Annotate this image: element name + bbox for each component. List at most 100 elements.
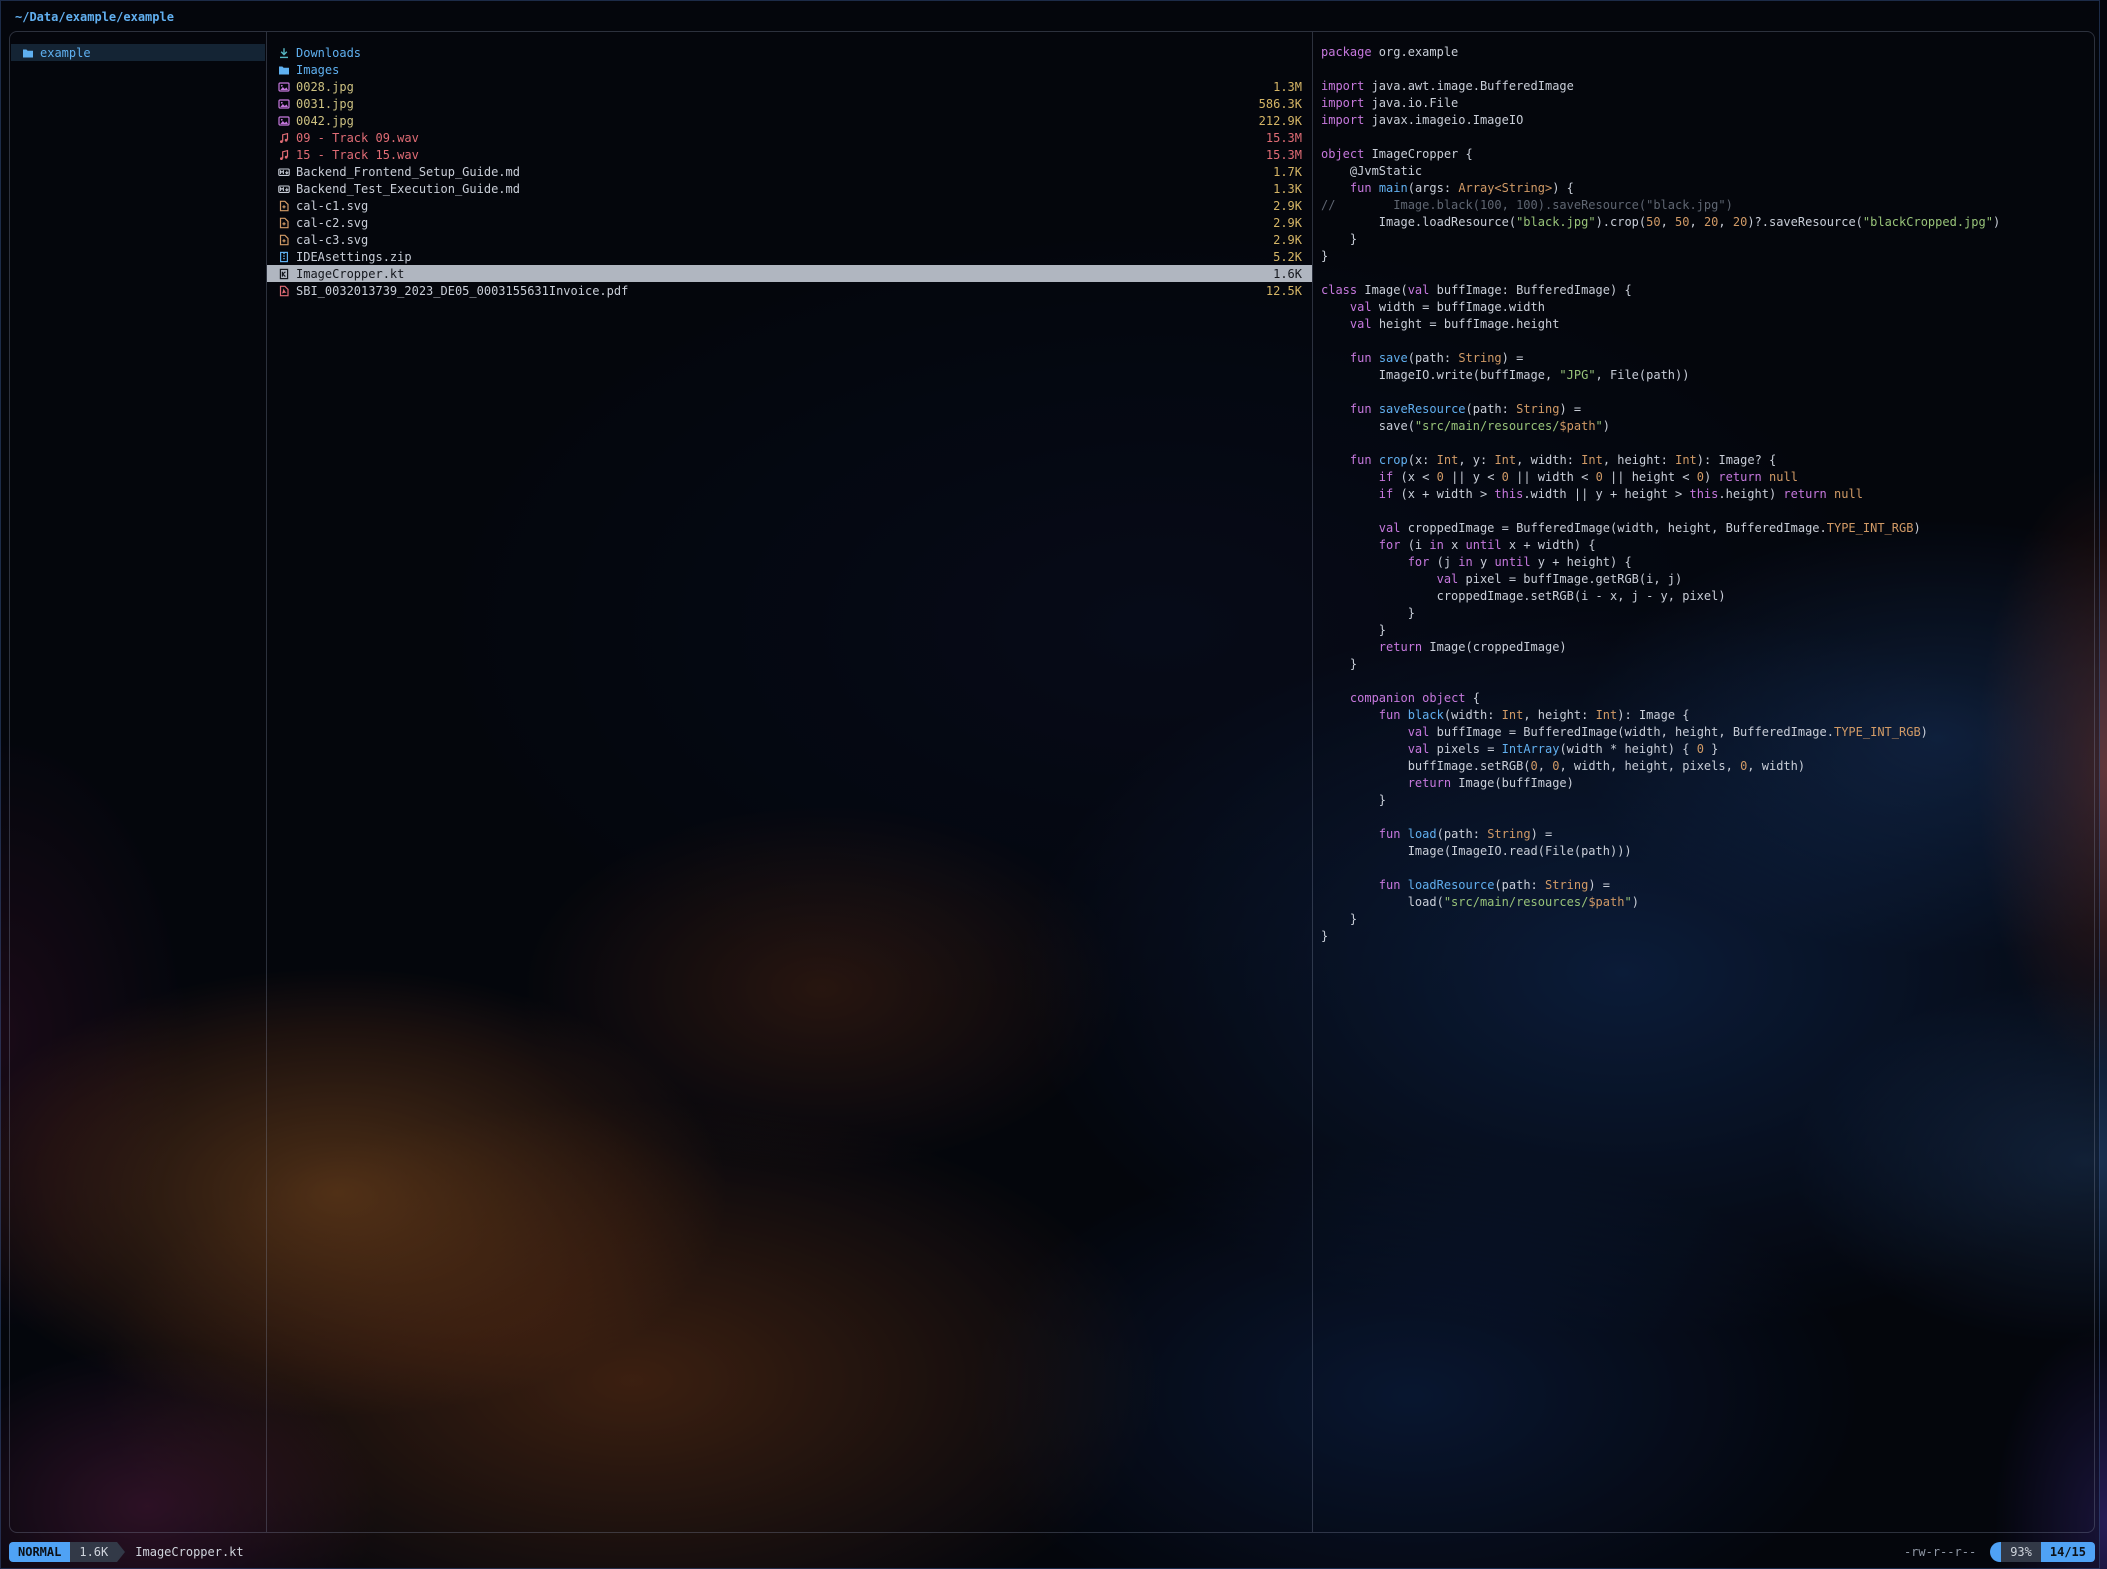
code-line: save("src/main/resources/$path") (1321, 418, 2093, 435)
code-line: val pixels = IntArray(width * height) { … (1321, 741, 2093, 758)
file-row[interactable]: Downloads (267, 44, 1312, 61)
code-line: load("src/main/resources/$path") (1321, 894, 2093, 911)
file-name: Downloads (296, 46, 1290, 60)
file-size: 1.3K (1273, 182, 1302, 196)
file-name: cal-c3.svg (296, 233, 1261, 247)
file-name: ImageCropper.kt (296, 267, 1261, 281)
image-icon (277, 81, 291, 93)
file-name: 09 - Track 09.wav (296, 131, 1254, 145)
parent-directory-pane[interactable]: example (11, 44, 265, 61)
code-line: fun black(width: Int, height: Int): Imag… (1321, 707, 2093, 724)
code-line: } (1321, 911, 2093, 928)
code-line: val buffImage = BufferedImage(width, hei… (1321, 724, 2093, 741)
code-line (1321, 384, 2093, 401)
file-name: Backend_Test_Execution_Guide.md (296, 182, 1261, 196)
code-line: // Image.black(100, 100).saveResource("b… (1321, 197, 2093, 214)
code-line (1321, 809, 2093, 826)
code-line: } (1321, 231, 2093, 248)
code-line: fun crop(x: Int, y: Int, width: Int, hei… (1321, 452, 2093, 469)
file-name: 0028.jpg (296, 80, 1261, 94)
file-size: 1.6K (1273, 267, 1302, 281)
code-line (1321, 860, 2093, 877)
file-row[interactable]: cal-c2.svg2.9K (267, 214, 1312, 231)
mode-badge: NORMAL (9, 1542, 70, 1562)
code-line: object ImageCropper { (1321, 146, 2093, 163)
file-size: 1.3M (1273, 80, 1302, 94)
code-line: } (1321, 622, 2093, 639)
image-icon (277, 98, 291, 110)
file-row[interactable]: 09 - Track 09.wav 15.3M (267, 129, 1312, 146)
code-line: return Image(croppedImage) (1321, 639, 2093, 656)
code-line: } (1321, 792, 2093, 809)
file-row[interactable]: 0028.jpg 1.3M (267, 78, 1312, 95)
file-row[interactable]: Backend_Test_Execution_Guide.md 1.3K (267, 180, 1312, 197)
kotlin-icon (277, 268, 291, 280)
code-line: val height = buffImage.height (1321, 316, 2093, 333)
code-line: import java.awt.image.BufferedImage (1321, 78, 2093, 95)
progress-cap-icon (1990, 1542, 2001, 1562)
code-line: if (x + width > this.width || y + height… (1321, 486, 2093, 503)
code-line: if (x < 0 || y < 0 || width < 0 || heigh… (1321, 469, 2093, 486)
code-line: croppedImage.setRGB(i - x, j - y, pixel) (1321, 588, 2093, 605)
code-line: Image(ImageIO.read(File(path))) (1321, 843, 2093, 860)
code-line (1321, 129, 2093, 146)
file-size: 15.3M (1266, 131, 1302, 145)
code-line: package org.example (1321, 44, 2093, 61)
code-line: companion object { (1321, 690, 2093, 707)
file-row[interactable]: SBI_0032013739_2023_DE05_0003155631Invoi… (267, 282, 1312, 299)
code-line: } (1321, 656, 2093, 673)
file-name: Backend_Frontend_Setup_Guide.md (296, 165, 1261, 179)
code-line: Image.loadResource("black.jpg").crop(50,… (1321, 214, 2093, 231)
code-line (1321, 673, 2093, 690)
file-name: 0042.jpg (296, 114, 1247, 128)
file-name: 15 - Track 15.wav (296, 148, 1254, 162)
file-manager-panes: example Downloads Images 0028.jpg 1.3M0031.… (9, 31, 2095, 1533)
file-name: Images (296, 63, 1290, 77)
file-row[interactable]: 15 - Track 15.wav15.3M (267, 146, 1312, 163)
file-size-badge: 1.6K (70, 1542, 117, 1562)
code-line: import java.io.File (1321, 95, 2093, 112)
code-line: return Image(buffImage) (1321, 775, 2093, 792)
file-row[interactable]: cal-c3.svg 2.9K (267, 231, 1312, 248)
file-name: IDEAsettings.zip (296, 250, 1261, 264)
file-row[interactable]: example (11, 44, 265, 61)
file-permissions: -rw-r--r-- (1904, 1545, 1976, 1559)
file-list[interactable]: Downloads Images 0028.jpg 1.3M0031.jpg586.3… (267, 44, 1312, 299)
vector-icon (277, 217, 291, 229)
status-filename: ImageCropper.kt (135, 1545, 243, 1559)
code-line: buffImage.setRGB(0, 0, width, height, pi… (1321, 758, 2093, 775)
code-line: for (j in y until y + height) { (1321, 554, 2093, 571)
file-row[interactable]: 0042.jpg 212.9K (267, 112, 1312, 129)
code-line: fun saveResource(path: String) = (1321, 401, 2093, 418)
code-line: fun save(path: String) = (1321, 350, 2093, 367)
code-line: for (i in x until x + width) { (1321, 537, 2093, 554)
code-line (1321, 503, 2093, 520)
file-row[interactable]: Backend_Frontend_Setup_Guide.md1.7K (267, 163, 1312, 180)
file-row[interactable]: 0031.jpg586.3K (267, 95, 1312, 112)
code-line: val width = buffImage.width (1321, 299, 2093, 316)
status-right-group: -rw-r--r-- 93% 14/15 (1904, 1542, 2095, 1562)
file-row[interactable]: ImageCropper.kt 1.6K (267, 265, 1312, 282)
folder-icon (21, 47, 35, 59)
file-size: 2.9K (1273, 233, 1302, 247)
file-row[interactable]: Images (267, 61, 1312, 78)
code-line: fun loadResource(path: String) = (1321, 877, 2093, 894)
download-icon (277, 47, 291, 59)
markdown-icon (277, 166, 291, 178)
image-icon (277, 115, 291, 127)
file-row[interactable]: cal-c1.svg2.9K (267, 197, 1312, 214)
file-size: 212.9K (1259, 114, 1302, 128)
markdown-icon (277, 183, 291, 195)
code-line (1321, 435, 2093, 452)
file-name: cal-c1.svg (296, 199, 1261, 213)
file-name: cal-c2.svg (296, 216, 1261, 230)
code-line (1321, 265, 2093, 282)
scroll-percent: 93% (2001, 1542, 2041, 1562)
code-line: val croppedImage = BufferedImage(width, … (1321, 520, 2093, 537)
preview-pane[interactable]: package org.example import java.awt.imag… (1313, 44, 2093, 1526)
code-line (1321, 61, 2093, 78)
code-line: ImageIO.write(buffImage, "JPG", File(pat… (1321, 367, 2093, 384)
audio-icon (277, 132, 291, 144)
powerline-arrow-icon (117, 1542, 125, 1562)
file-row[interactable]: IDEAsettings.zip5.2K (267, 248, 1312, 265)
